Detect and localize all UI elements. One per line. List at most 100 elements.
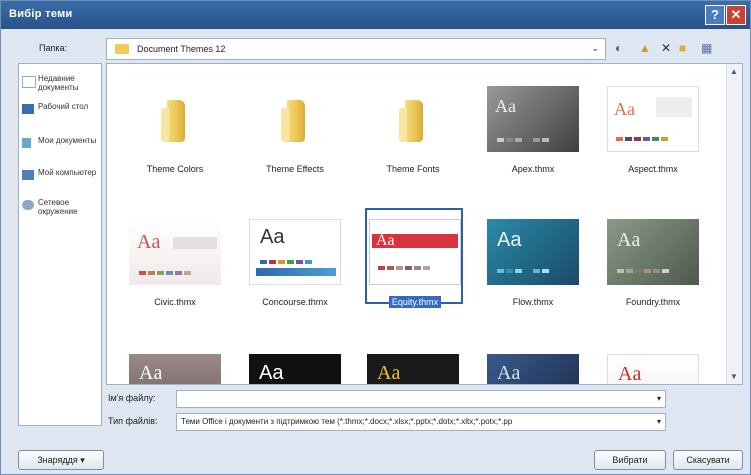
chevron-down-icon: ▾ xyxy=(80,455,85,465)
folder-thumb xyxy=(129,86,221,152)
file-item-partial[interactable]: Aa xyxy=(127,354,223,384)
thumb-text: Aa xyxy=(617,229,641,251)
filename-input[interactable]: ▾ xyxy=(176,390,666,408)
help-button[interactable]: ? xyxy=(705,5,725,25)
file-item-flow[interactable]: Aa Flow.thmx xyxy=(485,219,581,327)
file-name: Theme Effects xyxy=(266,164,324,174)
current-folder: Document Themes 12 xyxy=(137,44,226,54)
place-label: Рабочий стол xyxy=(38,102,89,111)
folder-icon xyxy=(161,100,185,142)
file-name-text: Equity.thmx xyxy=(388,296,442,308)
close-button[interactable]: ✕ xyxy=(726,5,746,25)
file-item-apex[interactable]: Aa Apex.thmx xyxy=(485,86,581,194)
file-item-foundry[interactable]: Aa Foundry.thmx xyxy=(605,219,701,327)
color-swatches xyxy=(378,266,430,270)
thumb-text: Aa xyxy=(137,231,161,253)
file-item-concourse[interactable]: Aa Concourse.thmx xyxy=(247,219,343,327)
my-documents-icon xyxy=(22,138,31,148)
folder-icon xyxy=(281,100,305,142)
file-item-civic[interactable]: Aa Civic.thmx xyxy=(127,219,223,327)
up-folder-icon[interactable]: ▲ xyxy=(639,41,651,55)
color-swatches xyxy=(497,269,549,273)
theme-thumbnail: Aa xyxy=(367,354,459,384)
file-name: Flow.thmx xyxy=(512,297,554,307)
file-item-theme-fonts[interactable]: Theme Fonts xyxy=(365,86,461,194)
file-name: Aspect.thmx xyxy=(628,164,678,174)
theme-thumbnail: Aa xyxy=(487,86,579,152)
thumb-band xyxy=(656,97,692,117)
theme-thumbnail: Aa xyxy=(607,354,699,385)
title-bar[interactable]: Вибір теми ? ✕ xyxy=(1,1,750,29)
scroll-up-icon[interactable]: ▲ xyxy=(730,67,738,76)
file-item-aspect[interactable]: Aa Aspect.thmx xyxy=(605,86,701,194)
folder-icon xyxy=(115,44,129,54)
recent-docs-icon xyxy=(22,76,36,88)
theme-thumbnail: Aa xyxy=(249,219,341,285)
network-icon xyxy=(22,200,34,210)
folder-combo[interactable]: Document Themes 12 ⌄ xyxy=(106,38,606,60)
filetype-value: Теми Office і документи з підтримкою тем… xyxy=(181,417,513,426)
place-label: Мои документы xyxy=(38,136,97,145)
thumb-band xyxy=(256,268,336,276)
place-label: Мой компьютер xyxy=(38,168,97,177)
thumb-text: Aa xyxy=(495,96,516,116)
file-item-partial[interactable]: Aa xyxy=(485,354,581,384)
new-folder-icon[interactable]: ■ xyxy=(679,41,686,55)
filetype-label: Тип файлів: xyxy=(108,416,158,426)
folder-icon xyxy=(399,100,423,142)
my-computer-icon xyxy=(22,170,34,180)
theme-thumbnail: Aa xyxy=(249,354,341,384)
theme-thumbnail: Aa xyxy=(129,219,221,285)
color-swatches xyxy=(616,137,668,141)
file-name: Civic.thmx xyxy=(154,297,196,307)
open-button[interactable]: Вибрати xyxy=(594,450,666,470)
back-icon[interactable]: ◐ xyxy=(615,41,622,55)
color-swatches xyxy=(497,138,549,142)
scroll-down-icon[interactable]: ▼ xyxy=(730,372,738,381)
vertical-scrollbar[interactable]: ▲ ▼ xyxy=(726,64,742,384)
chevron-down-icon[interactable]: ⌄ xyxy=(591,43,599,54)
file-item-partial[interactable]: Aa xyxy=(605,354,701,385)
delete-icon[interactable]: ✕ xyxy=(661,41,671,55)
folder-thumb xyxy=(249,86,341,152)
place-label: Недавние документы xyxy=(38,74,79,92)
place-label: Сетевое окружение xyxy=(38,198,78,216)
theme-picker-dialog: Вибір теми ? ✕ Папка: Document Themes 12… xyxy=(0,0,751,475)
theme-thumbnail: Aa xyxy=(487,219,579,285)
file-item-theme-colors[interactable]: Theme Colors xyxy=(127,86,223,194)
color-swatches xyxy=(260,260,312,264)
theme-thumbnail: Aa xyxy=(607,219,699,285)
file-name: Equity.thmx xyxy=(357,296,473,308)
file-item-theme-effects[interactable]: Theme Effects xyxy=(247,86,343,194)
file-name: Apex.thmx xyxy=(511,164,555,174)
thumb-text: Aa xyxy=(497,362,521,384)
places-bar: Недавние документы Рабочий стол Мои доку… xyxy=(18,63,102,426)
file-item-partial[interactable]: Aa xyxy=(365,354,461,384)
theme-thumbnail: Aa xyxy=(607,86,699,152)
folder-thumb xyxy=(367,86,459,152)
filetype-select[interactable]: Теми Office і документи з підтримкою тем… xyxy=(176,413,666,431)
filename-label: Ім'я файлу: xyxy=(108,393,156,403)
chevron-down-icon[interactable]: ▾ xyxy=(657,417,661,426)
file-name: Concourse.thmx xyxy=(262,297,328,307)
theme-thumbnail: Aa xyxy=(129,354,221,384)
file-list[interactable]: Theme Colors Theme Effects Theme Fonts A… xyxy=(106,63,743,385)
thumb-text: Aa xyxy=(139,362,163,384)
views-icon[interactable]: ▦ xyxy=(701,41,712,55)
thumb-text: Aa xyxy=(260,226,285,248)
file-name: Theme Fonts xyxy=(386,164,440,174)
cancel-button[interactable]: Скасувати xyxy=(673,450,743,470)
chevron-down-icon[interactable]: ▾ xyxy=(657,394,661,403)
color-swatches xyxy=(139,271,191,275)
thumb-text: Aa xyxy=(376,232,395,249)
theme-thumbnail: Aa xyxy=(487,354,579,384)
file-item-equity[interactable]: Aa Equity.thmx xyxy=(367,219,463,327)
file-name: Theme Colors xyxy=(146,164,204,174)
tools-button[interactable]: Знаряддя ▾ xyxy=(18,450,104,470)
color-swatches xyxy=(617,269,669,273)
tools-button-label: Знаряддя xyxy=(37,455,78,465)
thumb-text: Aa xyxy=(618,363,642,385)
desktop-icon xyxy=(22,104,34,114)
file-item-partial[interactable]: Aa xyxy=(247,354,343,384)
thumb-text: Aa xyxy=(614,99,635,119)
